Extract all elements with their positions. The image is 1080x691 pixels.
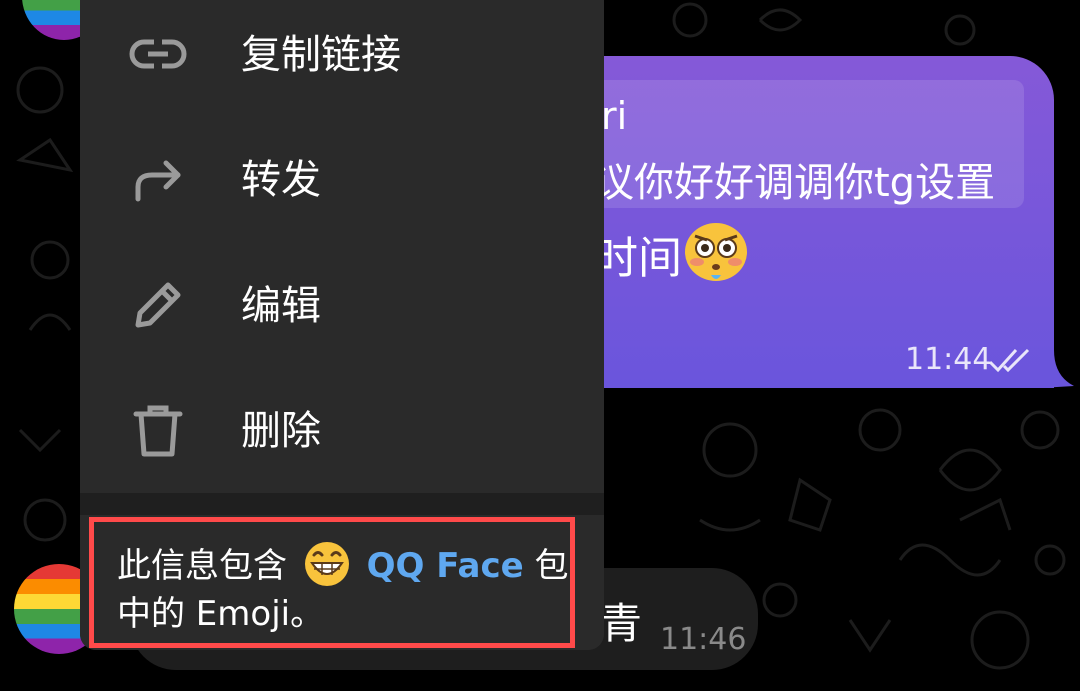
- link-icon: [129, 38, 187, 70]
- message-text: 青: [600, 599, 643, 648]
- message-time: 11:46: [660, 622, 747, 657]
- message-text: 时间: [594, 233, 682, 284]
- pencil-icon: [135, 282, 181, 328]
- reply-quote-text: 议你好好调调你tg设置: [594, 160, 996, 206]
- menu-item-edit[interactable]: 编辑: [80, 245, 604, 365]
- forward-icon: [135, 160, 181, 202]
- reply-author-name: ri: [601, 94, 628, 138]
- chat-screen: ri 议你好好调调你tg设置 时间 11:44 青 11:46 复制链接 转发 …: [0, 0, 1080, 691]
- bubble-tail: [1040, 350, 1074, 388]
- menu-item-label: 编辑: [241, 283, 321, 329]
- menu-item-forward[interactable]: 转发: [80, 119, 604, 239]
- menu-divider: [80, 493, 604, 515]
- menu-item-copy-link[interactable]: 复制链接: [80, 0, 604, 114]
- message-time: 11:44: [905, 342, 992, 377]
- double-check-icon: [988, 348, 1030, 373]
- menu-item-delete[interactable]: 删除: [80, 370, 604, 490]
- flushed-face-icon: [685, 223, 747, 281]
- highlight-box: [89, 517, 575, 648]
- menu-item-label: 删除: [241, 408, 321, 454]
- menu-item-label: 转发: [241, 157, 321, 203]
- trash-icon: [133, 405, 183, 457]
- menu-item-label: 复制链接: [241, 32, 401, 78]
